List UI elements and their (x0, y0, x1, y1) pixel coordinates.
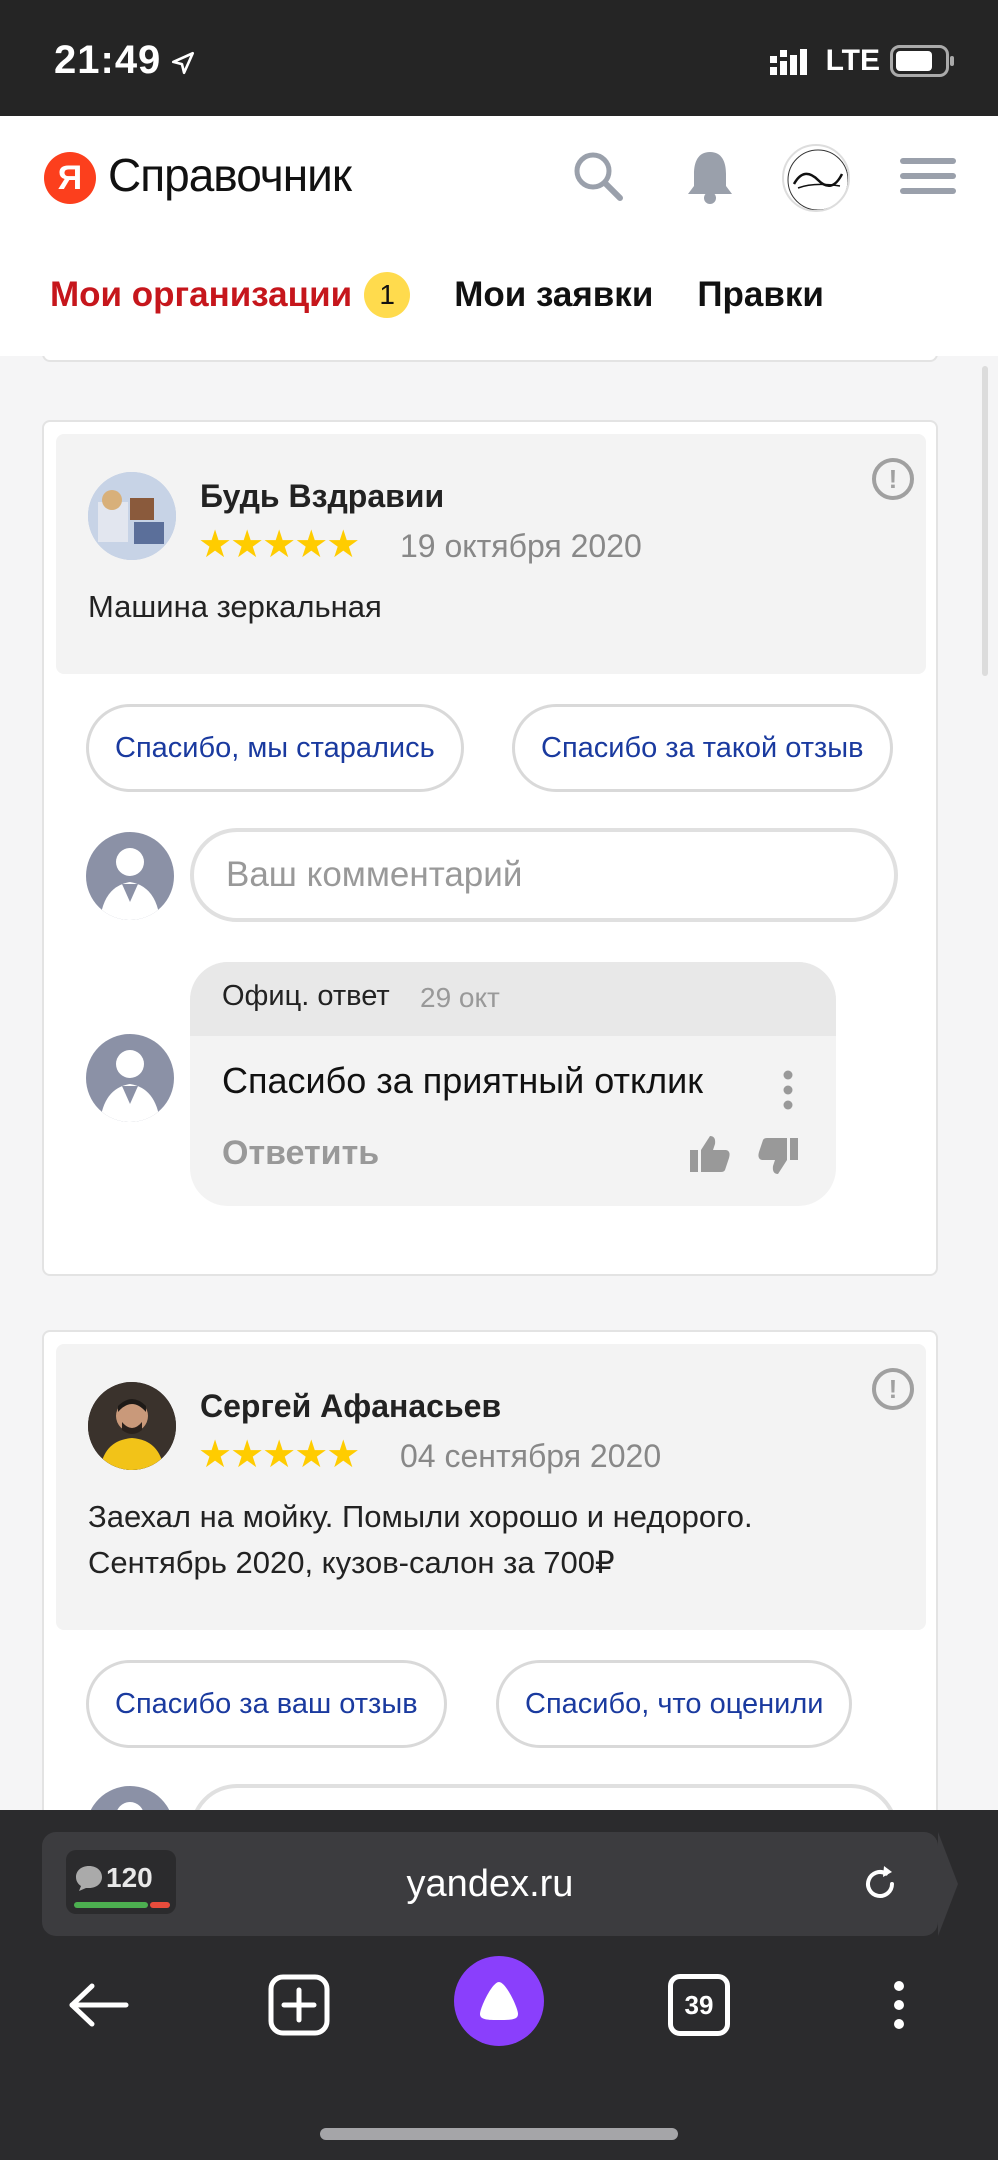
thumbs-down-icon[interactable] (756, 1134, 800, 1178)
reply-button[interactable]: Ответить (222, 1134, 379, 1173)
home-indicator[interactable] (320, 2128, 678, 2140)
review-date: 04 сентября 2020 (400, 1438, 662, 1474)
comments-counter[interactable]: 120 (66, 1850, 176, 1914)
tab-my-organizations-label: Мои организации (50, 275, 353, 314)
user-silhouette-icon (86, 1786, 174, 1810)
review-card: Сергей Афанасьев ★★★★★ 04 сентября 2020 … (42, 1330, 938, 1810)
more-menu-icon[interactable] (892, 1980, 906, 2030)
official-reply-date: 29 окт (420, 982, 500, 1013)
alice-button[interactable] (454, 1956, 544, 2046)
thumbs-up-icon[interactable] (688, 1132, 732, 1176)
url-text[interactable]: yandex.ru (42, 1832, 938, 1936)
reviewer-photo-icon (88, 1382, 176, 1470)
network-label: LTE (825, 44, 880, 77)
review-date: 19 октября 2020 (400, 528, 642, 564)
scrollbar[interactable] (982, 366, 988, 676)
reviewer-name[interactable]: Сергей Афанасьев (200, 1388, 501, 1425)
search-icon[interactable] (572, 150, 624, 202)
review-text-line-1: Заехал на мойку. Помыли хорошо и недорог… (88, 1499, 753, 1534)
new-tab-icon[interactable] (268, 1974, 330, 2036)
menu-icon[interactable] (900, 156, 956, 196)
address-bar[interactable]: yandex.ru 120 (42, 1832, 938, 1936)
browser-toolbar: yandex.ru 120 39 (0, 1810, 998, 2160)
comment-input[interactable] (190, 1784, 898, 1810)
review-text-line-2: Сентябрь 2020, кузов-салон за 700₽ (88, 1545, 615, 1580)
comment-bubble-icon (76, 1866, 102, 1891)
reviewer-name[interactable]: Будь Вздравии (200, 478, 444, 515)
user-silhouette-icon (86, 832, 174, 920)
more-options-icon[interactable] (782, 1070, 794, 1110)
previous-card-edge (42, 356, 938, 362)
rating-stars: ★★★★★ (198, 1434, 360, 1476)
quick-reply-chip[interactable]: Спасибо, что оценили (496, 1660, 853, 1748)
official-reply: Офиц. ответ 29 окт Спасибо за приятный о… (190, 962, 836, 1206)
official-reply-text: Спасибо за приятный отклик (222, 1060, 704, 1101)
bell-icon[interactable] (686, 148, 734, 204)
battery-icon (890, 45, 954, 77)
status-right: LTE (769, 44, 956, 78)
review-body: Будь Вздравии ★★★★★ 19 октября 2020 Маши… (56, 434, 926, 674)
comments-count: 120 (106, 1862, 153, 1893)
review-text: Машина зеркальная (88, 589, 382, 624)
quick-reply-chip[interactable]: Спасибо за такой отзыв (512, 704, 893, 792)
alice-icon (480, 1982, 518, 2020)
report-icon[interactable]: ! (872, 1368, 914, 1410)
main-tabs: Мои организации 1 Мои заявки Правки (50, 272, 868, 318)
report-icon[interactable]: ! (872, 458, 914, 500)
reviewer-avatar[interactable] (88, 1382, 176, 1470)
location-arrow-icon (171, 51, 195, 75)
quick-reply-chip[interactable]: Спасибо за ваш отзыв (86, 1660, 447, 1748)
tab-edits[interactable]: Правки (697, 275, 824, 315)
app-title[interactable]: Справочник (108, 148, 352, 202)
tabs-counter[interactable]: 39 (668, 1974, 730, 2036)
reviews-feed: Будь Вздравии ★★★★★ 19 октября 2020 Маши… (0, 356, 998, 1810)
tab-my-organizations[interactable]: Мои организации 1 (50, 272, 411, 318)
rating-positive-bar (74, 1902, 148, 1908)
reviewer-avatar[interactable] (88, 472, 176, 560)
address-bar-arrow (938, 1832, 958, 1936)
signal-icon (769, 49, 807, 75)
status-time: 21:49 (54, 38, 162, 82)
tab-my-requests[interactable]: Мои заявки (454, 275, 653, 315)
review-body: Сергей Афанасьев ★★★★★ 04 сентября 2020 … (56, 1344, 926, 1630)
reviewer-photo-icon (88, 472, 176, 560)
reload-icon[interactable] (860, 1864, 900, 1904)
status-bar: 21:49 LTE (0, 0, 998, 116)
back-arrow-icon[interactable] (68, 1982, 130, 2028)
organization-avatar[interactable] (782, 144, 850, 212)
comment-input[interactable]: Ваш комментарий (190, 828, 898, 922)
official-reply-label: Офиц. ответ (222, 980, 390, 1012)
owner-avatar-icon (86, 1034, 174, 1122)
rating-stars: ★★★★★ (198, 524, 360, 566)
organizations-count-badge: 1 (364, 272, 411, 318)
quick-replies-scroll: Спасибо за такой отзыв (44, 704, 896, 800)
yandex-logo[interactable]: Я (44, 152, 96, 204)
review-card: Будь Вздравии ★★★★★ 19 октября 2020 Маши… (42, 420, 938, 1276)
rating-negative-bar (150, 1902, 170, 1908)
